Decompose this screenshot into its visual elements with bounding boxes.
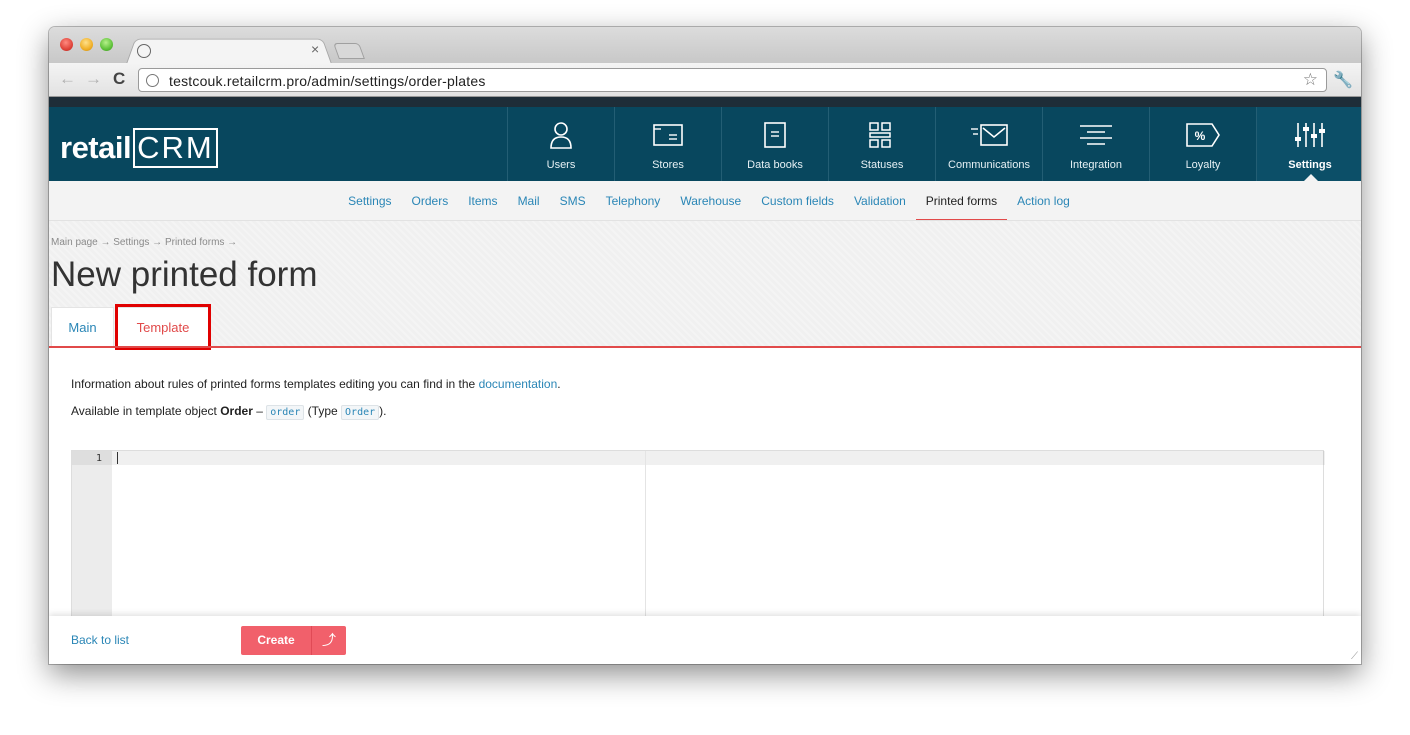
tab-underline — [49, 346, 1361, 348]
topnav-label: Loyalty — [1185, 159, 1221, 171]
browser-toolbar: ← → C testcouk.retailcrm.pro/admin/setti… — [49, 63, 1361, 97]
new-tab-button[interactable] — [333, 43, 365, 59]
loyalty-glyph: % — [1195, 129, 1206, 143]
topnav-label: Statuses — [860, 159, 904, 171]
integration-icon — [1043, 121, 1149, 149]
create-button[interactable]: Create — [241, 626, 311, 655]
topnav-stores[interactable]: Stores — [614, 107, 721, 181]
subnav-mail[interactable]: Mail — [508, 181, 550, 220]
object-dash: – — [252, 404, 267, 418]
wrench-icon[interactable]: 🔧 — [1333, 70, 1353, 90]
retailcrm-logo[interactable]: retail CRM — [60, 128, 218, 168]
reload-icon[interactable]: C — [113, 69, 125, 89]
subnav-action-log[interactable]: Action log — [1007, 181, 1080, 220]
topnav-communications[interactable]: Communications — [935, 107, 1042, 181]
statuses-icon — [829, 121, 935, 149]
subnav-orders[interactable]: Orders — [402, 181, 459, 220]
documentation-link[interactable]: documentation — [479, 377, 558, 391]
browser-tabstrip: × — [49, 27, 1361, 64]
info-end: . — [557, 377, 561, 391]
bookmark-star-icon[interactable]: ☆ — [1303, 70, 1318, 90]
breadcrumb[interactable]: Main page → Settings → Printed forms → — [51, 237, 237, 248]
logo-text: retail — [60, 130, 132, 165]
site-info-icon[interactable] — [146, 74, 159, 87]
template-object-line: Available in template object Order – ord… — [71, 404, 387, 420]
topnav-integration[interactable]: Integration — [1042, 107, 1149, 181]
page-header: Main page → Settings → Printed forms → N… — [49, 221, 1361, 350]
editor-gutter — [72, 451, 112, 626]
topnav-label: Settings — [1288, 159, 1332, 171]
communications-icon — [936, 121, 1042, 149]
editor-print-margin — [645, 451, 646, 626]
type-end: ). — [379, 404, 387, 418]
type-text: (Type — [304, 404, 342, 418]
user-icon — [508, 121, 614, 149]
subnav-warehouse[interactable]: Warehouse — [670, 181, 751, 220]
page-title: New printed form — [51, 255, 318, 294]
book-icon — [722, 121, 828, 149]
logo-crm: CRM — [133, 128, 218, 168]
template-info-line: Information about rules of printed forms… — [71, 377, 561, 391]
topnav-loyalty[interactable]: % Loyalty — [1149, 107, 1256, 181]
topnav-users[interactable]: Users — [507, 107, 614, 181]
store-icon — [615, 121, 721, 149]
tab-main[interactable]: Main — [51, 307, 114, 347]
subnav-items[interactable]: Items — [458, 181, 507, 220]
forward-arrow-icon[interactable]: → — [85, 69, 102, 89]
object-text: Available in template object — [71, 404, 221, 418]
top-navigation: Users Stores Data books Statuses Communi… — [507, 107, 1361, 181]
order-type-code: Order — [341, 405, 380, 420]
topnav-label: Stores — [652, 159, 684, 171]
topnav-label: Users — [546, 159, 576, 171]
subnav-printed-forms[interactable]: Printed forms — [915, 181, 1008, 220]
globe-icon — [137, 44, 151, 58]
settings-icon — [1257, 121, 1361, 149]
subnav-settings[interactable]: Settings — [338, 181, 401, 220]
topnav-label: Communications — [948, 159, 1030, 171]
line-number: 1 — [95, 453, 102, 464]
topnav-data-books[interactable]: Data books — [721, 107, 828, 181]
form-footer: Back to list Create ⤴ ⟋ — [49, 616, 1361, 664]
form-tabs: Main Template — [51, 307, 210, 347]
create-and-exit-icon[interactable]: ⤴ — [311, 626, 346, 655]
app-header: retail CRM Users Stores Data books Statu… — [49, 107, 1361, 181]
subnav-sms[interactable]: SMS — [550, 181, 596, 220]
subnav-telephony[interactable]: Telephony — [596, 181, 671, 220]
editor-active-line — [72, 451, 1325, 465]
object-name: Order — [220, 404, 253, 418]
info-text: Information about rules of printed forms… — [71, 377, 479, 391]
browser-window: × ← → C testcouk.retailcrm.pro/admin/set… — [49, 27, 1361, 664]
top-strip — [49, 97, 1361, 107]
address-bar[interactable]: testcouk.retailcrm.pro/admin/settings/or… — [138, 68, 1327, 92]
url-text: testcouk.retailcrm.pro/admin/settings/or… — [169, 73, 486, 89]
maximize-window-button[interactable] — [100, 38, 113, 51]
topnav-settings[interactable]: Settings — [1256, 107, 1361, 181]
loyalty-icon: % — [1150, 121, 1256, 149]
resize-handle-icon[interactable]: ⟋ — [1351, 651, 1358, 662]
back-to-list-link[interactable]: Back to list — [71, 633, 129, 647]
topnav-label: Data books — [747, 159, 803, 171]
topnav-statuses[interactable]: Statuses — [828, 107, 935, 181]
editor-cursor — [117, 452, 118, 464]
order-variable-code: order — [266, 405, 305, 420]
tab-close-icon[interactable]: × — [311, 41, 319, 57]
back-arrow-icon[interactable]: ← — [59, 69, 76, 89]
browser-tab[interactable] — [126, 38, 332, 64]
tab-template[interactable]: Template — [116, 307, 210, 347]
close-window-button[interactable] — [60, 38, 73, 51]
topnav-label: Integration — [1070, 159, 1122, 171]
minimize-window-button[interactable] — [80, 38, 93, 51]
settings-subnav: Settings Orders Items Mail SMS Telephony… — [49, 181, 1361, 221]
subnav-validation[interactable]: Validation — [844, 181, 916, 220]
template-code-editor[interactable]: 1 — [71, 450, 1325, 626]
subnav-custom-fields[interactable]: Custom fields — [751, 181, 844, 220]
